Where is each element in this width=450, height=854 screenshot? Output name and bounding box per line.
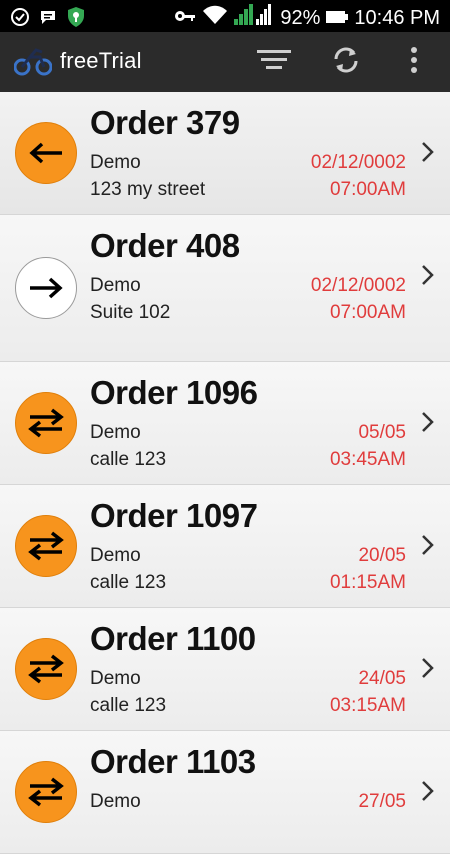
order-title: Order 408 [90, 227, 240, 264]
order-customer: Demo [90, 422, 141, 443]
arrow-right-icon [15, 257, 77, 319]
order-address: 123 my street [90, 179, 206, 200]
app-logo-icon [13, 46, 53, 81]
order-customer: Demo [90, 791, 141, 812]
order-time: 03:15AM [329, 695, 406, 716]
order-customer: Demo [90, 545, 141, 566]
shield-icon [66, 6, 86, 33]
chevron-right-icon [420, 140, 436, 164]
order-list: Order 379 Demo 123 my street 02/12/0002 … [0, 92, 450, 854]
order-date: 27/05 [358, 791, 406, 812]
status-bar: 92% 10:46 PM [0, 0, 450, 32]
order-row[interactable]: Order 408 Demo Suite 102 02/12/0002 07:0… [0, 215, 450, 362]
order-date: 02/12/0002 [310, 152, 406, 173]
order-date: 05/05 [358, 422, 406, 443]
app-bar: freeTrial [0, 32, 450, 92]
chevron-right-icon [420, 656, 436, 680]
swap-arrows-icon [15, 515, 77, 577]
signal-icon [234, 3, 274, 33]
swap-arrows-icon [15, 392, 77, 454]
swap-arrows-icon [15, 761, 77, 823]
order-time: 03:45AM [329, 449, 406, 470]
order-time: 07:00AM [329, 302, 406, 323]
order-row[interactable]: Order 1100 Demo calle 123 24/05 03:15AM [0, 608, 450, 731]
order-address: calle 123 [90, 449, 167, 470]
refresh-button[interactable] [328, 44, 364, 80]
check-circle-icon [10, 7, 30, 32]
chat-bubble-icon [38, 7, 58, 32]
order-row[interactable]: Order 1103 Demo 27/05 [0, 731, 450, 854]
order-customer: Demo [90, 152, 141, 173]
order-time: 07:00AM [329, 179, 406, 200]
order-date: 02/12/0002 [310, 275, 406, 296]
key-icon [174, 7, 196, 30]
chevron-right-icon [420, 779, 436, 803]
order-title: Order 379 [90, 104, 240, 141]
order-customer: Demo [90, 275, 141, 296]
refresh-icon [331, 45, 361, 80]
order-title: Order 1097 [90, 497, 258, 534]
app-title: freeTrial [60, 48, 142, 73]
sort-button[interactable] [256, 44, 292, 80]
more-options-button[interactable] [396, 44, 432, 80]
order-title: Order 1096 [90, 374, 258, 411]
order-time: 01:15AM [329, 572, 406, 593]
order-row[interactable]: Order 1097 Demo calle 123 20/05 01:15AM [0, 485, 450, 608]
order-address: calle 123 [90, 695, 167, 716]
battery-percent: 92% [280, 6, 321, 29]
order-row[interactable]: Order 379 Demo 123 my street 02/12/0002 … [0, 92, 450, 215]
sort-icon [257, 49, 291, 76]
battery-icon [326, 7, 349, 30]
order-address: Suite 102 [90, 302, 171, 323]
chevron-right-icon [420, 410, 436, 434]
order-address: calle 123 [90, 572, 167, 593]
status-time: 10:46 PM [354, 6, 440, 29]
order-customer: Demo [90, 668, 141, 689]
swap-arrows-icon [15, 638, 77, 700]
wifi-icon [202, 5, 228, 31]
more-vert-icon [410, 46, 418, 79]
chevron-right-icon [420, 263, 436, 287]
order-title: Order 1103 [90, 743, 256, 780]
order-date: 24/05 [358, 668, 406, 689]
order-row[interactable]: Order 1096 Demo calle 123 05/05 03:45AM [0, 362, 450, 485]
arrow-left-icon [15, 122, 77, 184]
order-title: Order 1100 [90, 620, 256, 657]
order-date: 20/05 [358, 545, 406, 566]
chevron-right-icon [420, 533, 436, 557]
